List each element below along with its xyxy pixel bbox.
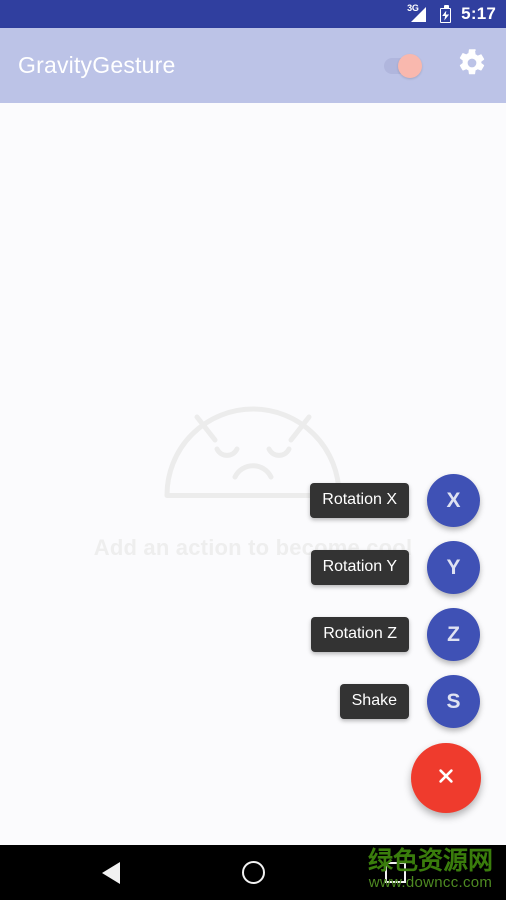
fab-label-rotation-y[interactable]: Rotation Y [310,550,409,585]
fab-action-rotation-x[interactable]: Rotation X X [310,474,480,527]
nav-recents-button[interactable] [355,845,435,900]
fab-action-rotation-y[interactable]: Rotation Y Y [310,541,480,594]
settings-button[interactable] [452,46,492,86]
gear-icon [457,48,487,83]
recents-square-icon [384,862,406,883]
home-circle-icon [241,861,265,884]
fab-action-shake[interactable]: Shake S [339,675,480,728]
signal-icon: 3G [407,3,433,24]
switch-thumb [398,53,422,78]
mini-fab-shake[interactable]: S [427,675,480,728]
mini-fab-rotation-x[interactable]: X [427,474,480,527]
main-content: Add an action to become cool Rotation X … [0,103,506,845]
phone-screen: 3G 5:17 GravityGesture Add an action to … [0,0,506,900]
fab-action-rotation-z[interactable]: Rotation Z Z [311,608,480,661]
status-bar: 3G 5:17 [0,0,506,28]
mini-fab-rotation-y[interactable]: Y [427,541,480,594]
battery-charging-icon [440,4,453,24]
nav-back-button[interactable] [71,845,151,900]
fab-label-rotation-x[interactable]: Rotation X [310,483,409,518]
close-x-icon [433,763,459,794]
app-title: GravityGesture [18,52,176,78]
app-bar: GravityGesture [0,28,506,103]
nav-home-button[interactable] [213,845,293,900]
close-speed-dial-fab[interactable] [411,743,481,813]
service-toggle-switch[interactable] [382,51,430,81]
back-triangle-icon [102,861,120,884]
fab-label-shake[interactable]: Shake [339,684,409,719]
fab-label-rotation-z[interactable]: Rotation Z [311,617,409,652]
status-bar-clock: 5:17 [461,4,496,23]
mini-fab-rotation-z[interactable]: Z [427,608,480,661]
navigation-bar [0,845,506,900]
